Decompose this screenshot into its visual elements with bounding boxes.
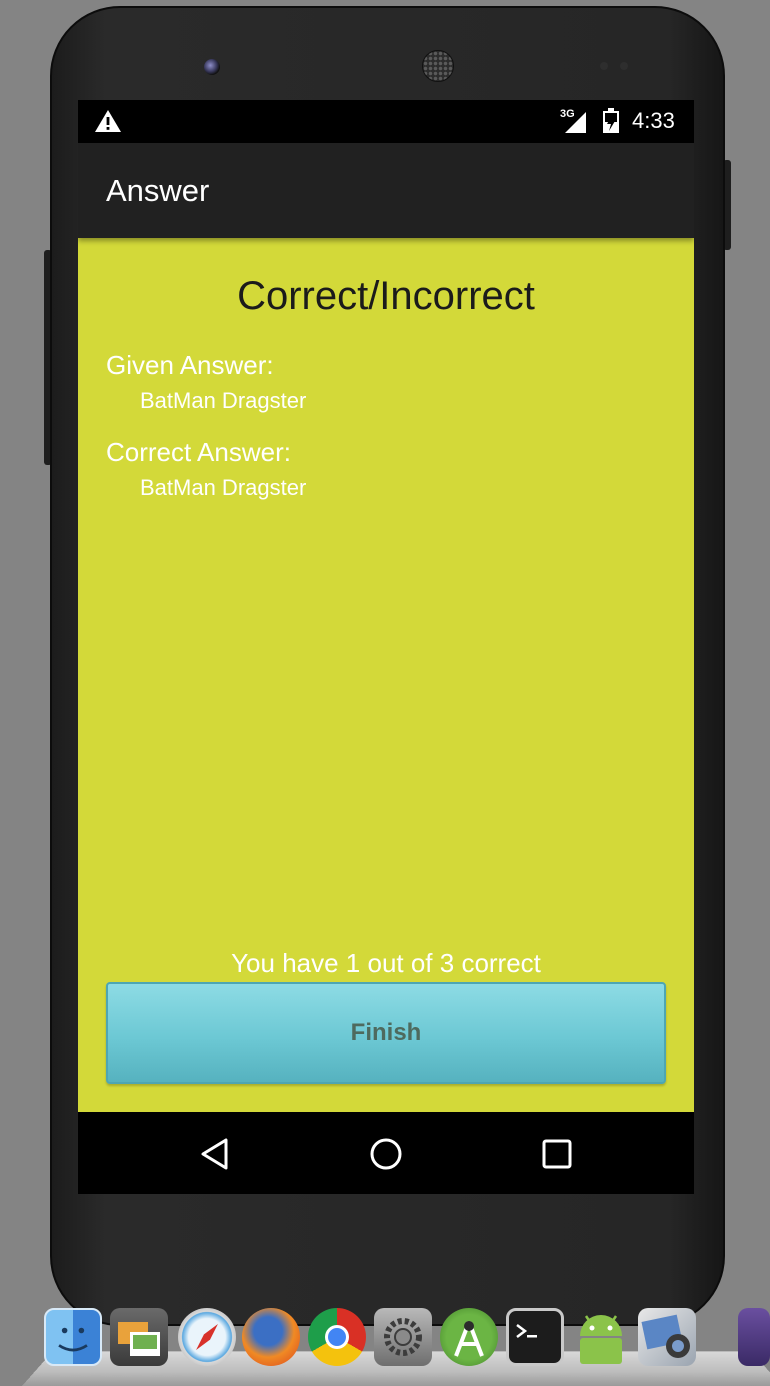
android-icon[interactable] [572, 1308, 630, 1366]
firefox-icon[interactable] [242, 1308, 300, 1366]
score-text: You have 1 out of 3 correct [231, 948, 541, 978]
finish-button[interactable]: Finish [106, 982, 666, 1084]
light-sensor-icon [620, 62, 628, 70]
correct-answer-value: BatMan Dragster [140, 475, 307, 500]
recents-square-icon[interactable] [537, 1134, 577, 1174]
terminal-icon[interactable] [506, 1308, 564, 1366]
home-circle-icon[interactable] [366, 1134, 406, 1174]
device-screen: 3G 4:33 Answer Correct/Incorrect Given A… [78, 100, 694, 1194]
app-bar: Answer [78, 143, 694, 238]
app-title: Answer [106, 173, 210, 208]
system-preferences-icon[interactable] [374, 1308, 432, 1366]
safari-icon[interactable] [178, 1308, 236, 1366]
back-triangle-icon[interactable] [196, 1134, 236, 1174]
android-studio-icon[interactable] [440, 1308, 498, 1366]
image-capture-icon[interactable] [638, 1308, 696, 1366]
navigation-bar [78, 1112, 694, 1194]
correct-answer-label: Correct Answer: [106, 437, 291, 467]
front-camera-icon [204, 59, 220, 75]
chrome-icon[interactable] [308, 1308, 366, 1366]
answer-content: Correct/Incorrect Given Answer: BatMan D… [78, 238, 694, 1112]
cell-signal-icon [565, 112, 586, 133]
warning-triangle-icon [95, 110, 121, 132]
given-answer-value: BatMan Dragster [140, 388, 307, 413]
given-answer-label: Given Answer: [106, 350, 274, 380]
status-time: 4:33 [632, 108, 675, 133]
finder-icon[interactable] [44, 1308, 102, 1366]
preview-icon[interactable] [110, 1308, 168, 1366]
earpiece-speaker-icon [422, 50, 454, 82]
proximity-sensor-icon [600, 62, 608, 70]
result-heading: Correct/Incorrect [237, 274, 535, 318]
battery-charging-icon [603, 108, 619, 133]
app-icon[interactable] [738, 1308, 770, 1366]
status-bar: 3G 4:33 [78, 100, 694, 143]
